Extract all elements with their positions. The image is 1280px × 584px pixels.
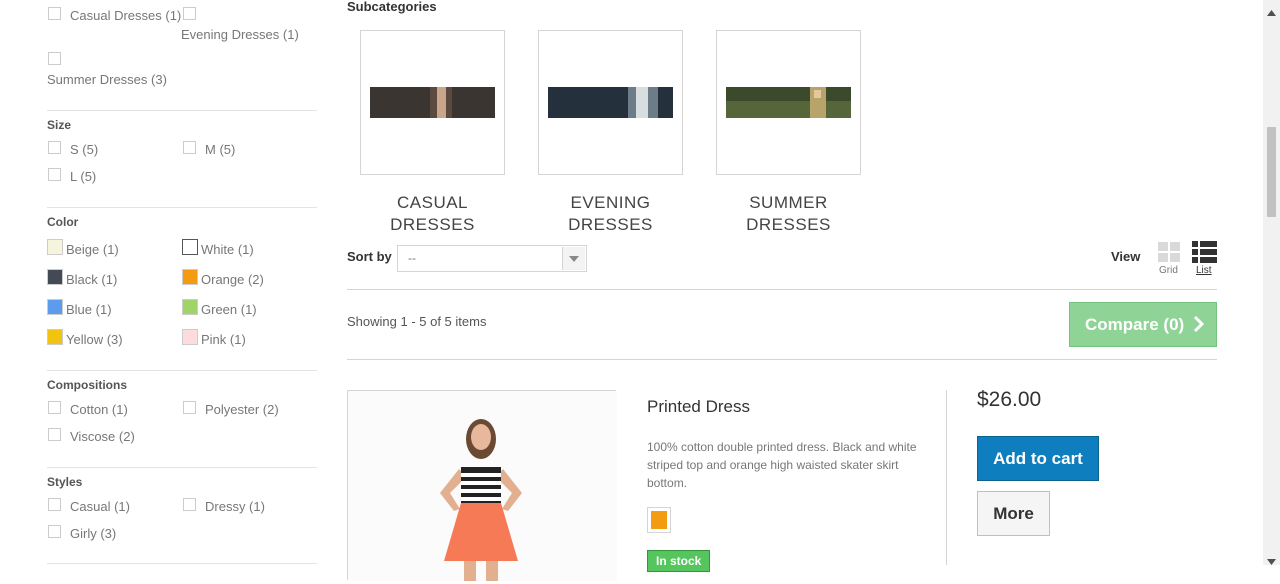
showing-items-count: Showing 1 - 5 of 5 items bbox=[347, 314, 487, 329]
styles-filter-title: Styles bbox=[47, 475, 83, 489]
subcategory-image-summer[interactable] bbox=[716, 30, 861, 175]
subcategory-name-line[interactable]: SUMMER bbox=[716, 192, 861, 214]
filter-label-size-l[interactable]: L (5) bbox=[70, 169, 96, 184]
more-button[interactable]: More bbox=[977, 491, 1050, 536]
subcategory-name-line[interactable]: DRESSES bbox=[360, 214, 505, 236]
checkbox-girly[interactable] bbox=[48, 525, 61, 538]
casual-dresses-photo bbox=[370, 87, 495, 118]
checkbox-casual-dresses[interactable] bbox=[48, 7, 61, 20]
subcategory-name-line[interactable]: CASUAL bbox=[360, 192, 505, 214]
filter-label-size-m[interactable]: M (5) bbox=[205, 142, 235, 157]
evening-dresses-photo bbox=[548, 87, 673, 118]
filter-divider bbox=[47, 370, 317, 371]
color-swatch-black[interactable] bbox=[47, 269, 63, 285]
filter-divider bbox=[47, 467, 317, 468]
list-view-label[interactable]: List bbox=[1196, 265, 1212, 276]
filter-label-casual[interactable]: Casual (1) bbox=[70, 499, 130, 514]
filter-label-beige[interactable]: Beige (1) bbox=[66, 242, 119, 257]
filter-label-cotton[interactable]: Cotton (1) bbox=[70, 402, 128, 417]
filter-label-summer-dresses[interactable]: Summer Dresses (3) bbox=[47, 72, 167, 87]
subcategory-name-summer[interactable]: SUMMER DRESSES bbox=[716, 192, 861, 236]
color-swatch-green[interactable] bbox=[182, 299, 198, 315]
view-label: View bbox=[1111, 249, 1141, 264]
color-swatch-beige[interactable] bbox=[47, 239, 63, 255]
checkbox-dressy[interactable] bbox=[183, 498, 196, 511]
checkbox-size-m[interactable] bbox=[183, 141, 196, 154]
sort-select[interactable]: -- bbox=[397, 245, 587, 272]
compositions-filter-title: Compositions bbox=[47, 378, 127, 392]
summer-dresses-photo bbox=[726, 87, 851, 118]
product-description: 100% cotton double printed dress. Black … bbox=[647, 440, 917, 490]
toolbar-divider bbox=[347, 289, 1217, 290]
checkbox-casual[interactable] bbox=[48, 498, 61, 511]
subcategory-name-line[interactable]: DRESSES bbox=[716, 214, 861, 236]
chevron-right-icon bbox=[1193, 315, 1205, 338]
filter-label-green[interactable]: Green (1) bbox=[201, 302, 257, 317]
filter-label-dressy[interactable]: Dressy (1) bbox=[205, 499, 265, 514]
compare-button[interactable]: Compare (0) bbox=[1069, 302, 1217, 347]
product-photo bbox=[348, 391, 617, 581]
filter-label-polyester[interactable]: Polyester (2) bbox=[205, 402, 279, 417]
color-swatch-orange[interactable] bbox=[182, 269, 198, 285]
list-divider bbox=[347, 359, 1217, 360]
color-swatch-yellow[interactable] bbox=[47, 329, 63, 345]
list-view-icon[interactable] bbox=[1192, 241, 1217, 266]
filter-label-evening-dresses[interactable]: Evening Dresses (1) bbox=[181, 27, 299, 42]
product-price: $26.00 bbox=[977, 388, 1042, 411]
product-color-swatch[interactable] bbox=[647, 507, 671, 533]
subcategory-name-line[interactable]: DRESSES bbox=[538, 214, 683, 236]
scroll-up-arrow-icon[interactable] bbox=[1267, 4, 1276, 19]
checkbox-size-l[interactable] bbox=[48, 168, 61, 181]
product-name-link[interactable]: Printed Dress bbox=[647, 397, 750, 417]
filter-label-pink[interactable]: Pink (1) bbox=[201, 332, 246, 347]
filter-label-casual-dresses[interactable]: Casual Dresses (1) bbox=[70, 8, 181, 23]
filter-label-blue[interactable]: Blue (1) bbox=[66, 302, 112, 317]
color-filter-title: Color bbox=[47, 215, 79, 229]
color-swatch-blue[interactable] bbox=[47, 299, 63, 315]
subcategory-name-evening[interactable]: EVENING DRESSES bbox=[538, 192, 683, 236]
subcategory-image-evening[interactable] bbox=[538, 30, 683, 175]
color-swatch-white[interactable] bbox=[182, 239, 198, 255]
grid-view-label[interactable]: Grid bbox=[1159, 265, 1178, 276]
color-swatch-pink[interactable] bbox=[182, 329, 198, 345]
sort-select-value: -- bbox=[408, 251, 416, 265]
filter-divider bbox=[47, 207, 317, 208]
filter-label-size-s[interactable]: S (5) bbox=[70, 142, 98, 157]
subcategory-image-casual[interactable] bbox=[360, 30, 505, 175]
product-image-container[interactable] bbox=[347, 390, 617, 581]
compare-button-label: Compare (0) bbox=[1085, 315, 1185, 334]
filter-divider bbox=[47, 110, 317, 111]
checkbox-polyester[interactable] bbox=[183, 401, 196, 414]
checkbox-summer-dresses[interactable] bbox=[48, 52, 61, 65]
filter-label-white[interactable]: White (1) bbox=[201, 242, 254, 257]
add-to-cart-button[interactable]: Add to cart bbox=[977, 436, 1099, 481]
subcategory-name-casual[interactable]: CASUAL DRESSES bbox=[360, 192, 505, 236]
filter-label-girly[interactable]: Girly (3) bbox=[70, 526, 116, 541]
size-filter-title: Size bbox=[47, 118, 72, 132]
checkbox-cotton[interactable] bbox=[48, 401, 61, 414]
sort-by-label: Sort by bbox=[347, 249, 392, 264]
scroll-down-arrow-icon[interactable] bbox=[1267, 553, 1276, 568]
availability-badge: In stock bbox=[647, 550, 711, 572]
subcategories-title: Subcategories bbox=[347, 0, 437, 14]
page-scrollbar[interactable] bbox=[1263, 0, 1280, 565]
subcategory-name-line[interactable]: EVENING bbox=[538, 192, 683, 214]
grid-view-icon[interactable] bbox=[1158, 242, 1180, 265]
filter-label-orange[interactable]: Orange (2) bbox=[201, 272, 264, 287]
color-swatch-orange bbox=[651, 511, 667, 529]
product-column-divider bbox=[946, 390, 947, 565]
filter-label-black[interactable]: Black (1) bbox=[66, 272, 117, 287]
checkbox-viscose[interactable] bbox=[48, 428, 61, 441]
checkbox-size-s[interactable] bbox=[48, 141, 61, 154]
filter-divider bbox=[47, 563, 317, 564]
filter-label-yellow[interactable]: Yellow (3) bbox=[66, 332, 123, 347]
scrollbar-thumb[interactable] bbox=[1267, 127, 1276, 217]
chevron-down-icon[interactable] bbox=[562, 247, 585, 270]
checkbox-evening-dresses[interactable] bbox=[183, 7, 196, 20]
filter-label-viscose[interactable]: Viscose (2) bbox=[70, 429, 135, 444]
